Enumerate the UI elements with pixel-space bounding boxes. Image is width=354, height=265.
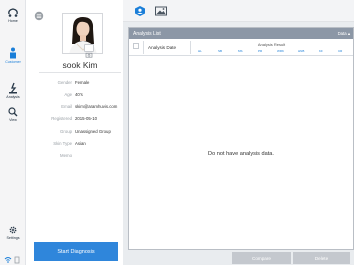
view-icon [8,107,18,117]
customer-icon [10,47,16,59]
nav-home-label: Home [8,19,18,23]
delete-button[interactable]: Delete [293,252,350,264]
customer-profile-panel: sook Kim Gender Female Age 40's Email sk… [27,0,122,265]
subcolumn-hnb[interactable]: HNB [298,49,304,53]
field-group-value: Unassigned Group [75,129,111,134]
nav-settings-label: Settings [6,236,20,240]
field-memo-label: Memo [60,153,72,158]
start-diagnosis-button[interactable]: Start Diagnosis [34,242,118,261]
battery-icon [14,256,20,264]
field-registered-label: Registered [51,116,72,121]
field-registered-value: 2015-05-10 [75,116,97,121]
select-all-checkbox[interactable] [133,43,139,49]
main-area: Analysis List Data ▴ Analysis Date Analy… [123,0,354,265]
subcolumn-kf[interactable]: KF [319,49,323,53]
customer-name: sook Kim [62,60,98,70]
settings-icon [9,226,17,234]
subcolumn-cr[interactable]: CR [338,49,342,53]
analysis-table-header: Analysis Date Analysis Result HL SB MS P… [129,39,353,56]
name-divider [39,72,121,73]
column-divider [143,41,144,54]
customer-photo [62,13,103,54]
nav-customer[interactable]: Customer [0,47,26,64]
column-analysis-date[interactable]: Analysis Date [148,45,176,50]
nav-view-label: View [9,118,17,122]
home-icon [8,8,18,17]
field-skin-type-label: Skin Type [53,141,72,146]
analysis-list-title: Analysis List [133,31,161,37]
profile-tab-icon[interactable] [133,5,147,17]
wifi-icon [4,256,20,264]
edit-photo-button[interactable] [84,44,94,58]
nav-analysis[interactable]: Analysis [0,82,26,99]
subcolumn-wrk[interactable]: WRK [277,49,284,53]
nav-settings[interactable]: Settings [0,225,26,240]
subcolumn-hl[interactable]: HL [198,49,202,53]
nav-customer-label: Customer [5,60,21,64]
subcolumn-ms[interactable]: MS [238,49,243,53]
edit-photo-icon [85,52,93,58]
nav-rail: Home Customer Analysis View Settings [0,0,26,265]
nav-analysis-label: Analysis [6,95,20,99]
field-gender-label: Gender [57,80,72,85]
field-age-label: Age [64,92,72,97]
subcolumn-sb[interactable]: SB [218,49,222,53]
column-analysis-result: Analysis Result [257,42,286,47]
field-age-value: 40's [75,92,83,97]
view-tabs-bar [123,0,354,22]
analysis-list-header: Analysis List Data ▴ [129,28,353,39]
compare-button[interactable]: Compare [232,252,291,264]
field-email-label: Email [61,104,72,109]
nav-home[interactable]: Home [0,8,26,23]
empty-state-message: Do not have analysis data. [208,151,274,157]
field-email-value: skim@aramhuvis.com [75,104,118,109]
image-tab-icon[interactable] [154,5,168,17]
nav-view[interactable]: View [0,107,26,122]
field-skin-type-value: Asian [75,141,86,146]
status-indicators [0,251,26,265]
analysis-icon [9,82,17,94]
data-sort-toggle[interactable]: Data ▴ [338,31,350,37]
menu-icon[interactable] [34,11,44,21]
subcolumn-pr[interactable]: PR [258,49,262,53]
field-gender-value: Female [75,80,90,85]
analysis-list-panel: Analysis List Data ▴ Analysis Date Analy… [128,27,354,250]
field-group-label: Group [60,129,72,134]
